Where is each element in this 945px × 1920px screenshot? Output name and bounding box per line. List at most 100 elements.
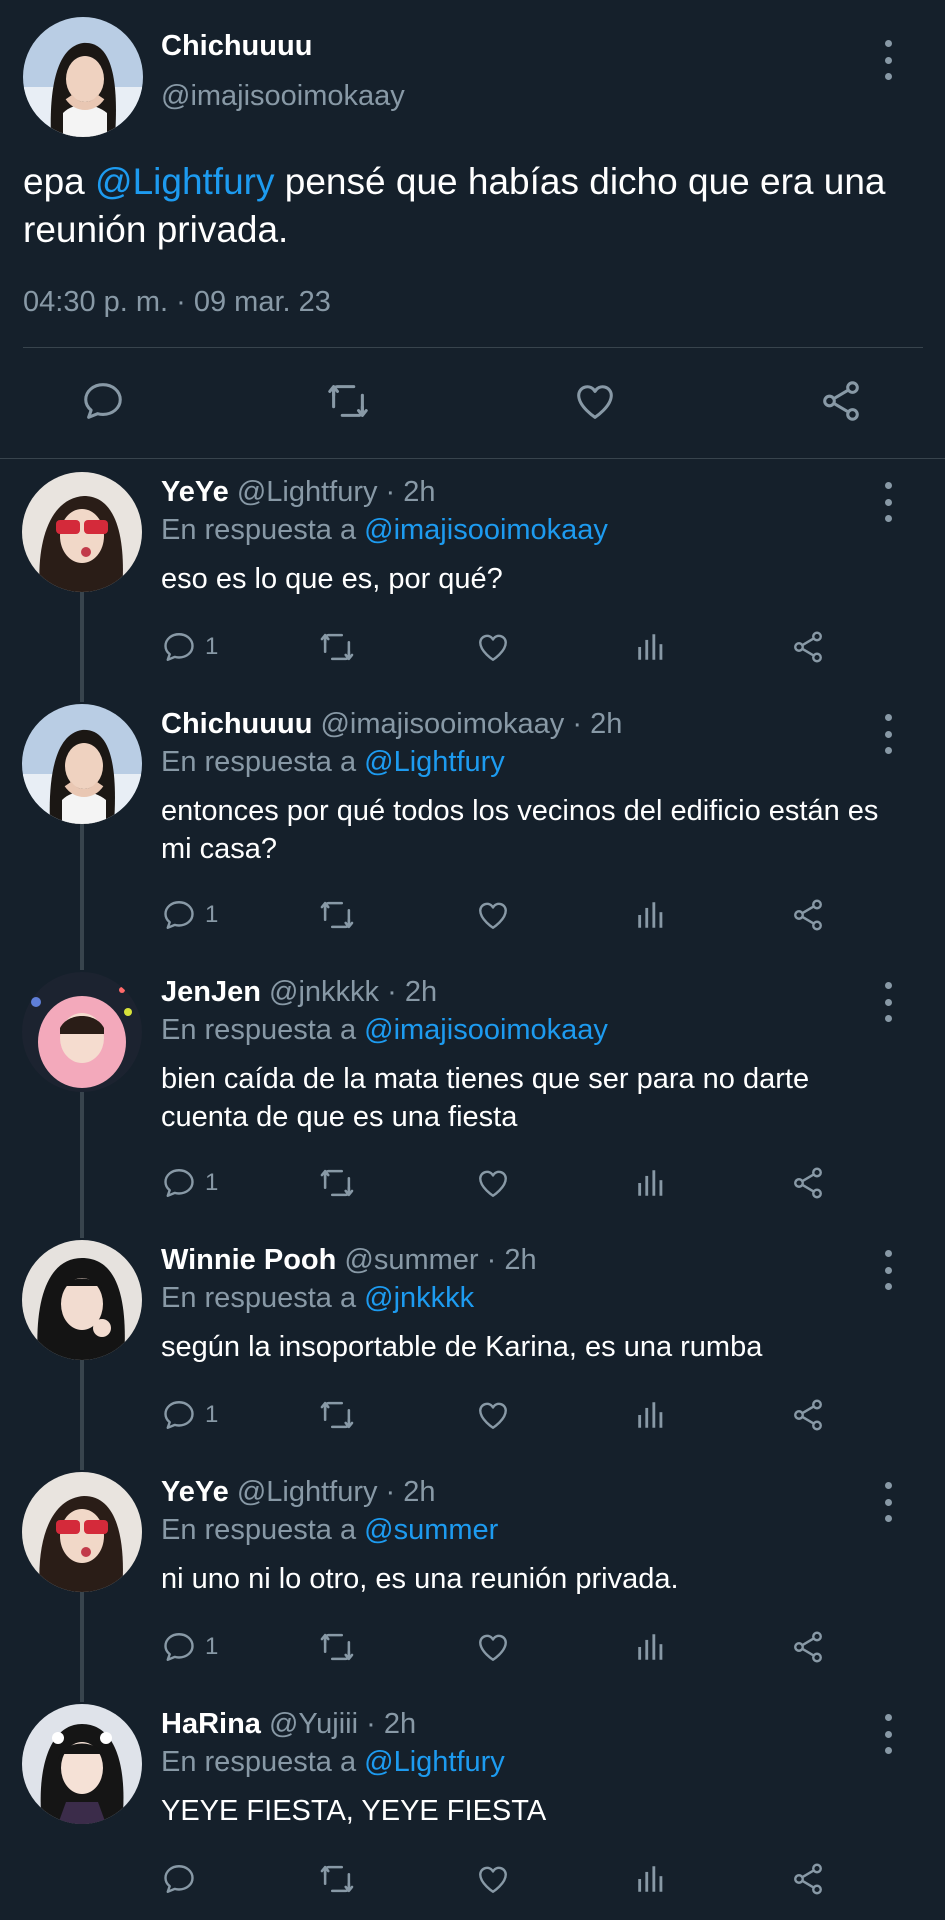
analytics-icon[interactable] [634, 627, 668, 667]
reply-count: 1 [205, 1633, 219, 1660]
reply-button[interactable]: 1 [161, 1395, 218, 1435]
replying-to: En respuesta a @Lightfury [161, 1742, 505, 1782]
reply-icon [161, 1165, 197, 1201]
reply-actions: 1 [0, 1395, 945, 1435]
replying-to-mention[interactable]: @jnkkkk [364, 1282, 474, 1314]
reply-author-handle[interactable]: @Lightfury [237, 476, 378, 508]
like-icon[interactable] [475, 1627, 511, 1667]
retweet-icon[interactable] [318, 627, 356, 667]
reply-button[interactable]: 1 [161, 1627, 218, 1667]
share-icon[interactable] [818, 378, 864, 424]
reply-actions [0, 1859, 945, 1899]
reply-text: bien caída de la mata tienes que ser par… [161, 1063, 810, 1133]
avatar[interactable] [22, 972, 142, 1092]
retweet-icon[interactable] [318, 1163, 356, 1203]
avatar[interactable] [23, 17, 143, 137]
reply-button[interactable]: 1 [161, 1163, 218, 1203]
tweet-text-start: epa [23, 161, 96, 202]
replying-to-mention[interactable]: @Lightfury [364, 1746, 505, 1778]
retweet-icon[interactable] [318, 1627, 356, 1667]
tweet-thread-screen: Chichuuuu @imajisooimokaay epa @Lightfur… [0, 0, 945, 1920]
share-icon[interactable] [790, 1163, 826, 1203]
share-icon[interactable] [790, 895, 826, 935]
replying-to-mention[interactable]: @imajisooimokaay [364, 1014, 608, 1046]
replying-to: En respuesta a @imajisooimokaay [161, 510, 608, 550]
reply-header: HaRina @Yujiii · 2h [161, 1704, 416, 1744]
analytics-icon[interactable] [634, 1163, 668, 1203]
share-icon[interactable] [790, 1627, 826, 1667]
author-handle[interactable]: @imajisooimokaay [161, 80, 405, 113]
reply-tweet[interactable]: YeYe @Lightfury · 2h En respuesta a @ima… [0, 472, 945, 702]
reply-author-name[interactable]: Chichuuuu [161, 708, 312, 740]
avatar[interactable] [22, 472, 142, 592]
avatar[interactable] [22, 704, 142, 824]
author-name[interactable]: Chichuuuu [161, 30, 312, 63]
reply-author-name[interactable]: YeYe [161, 1476, 229, 1508]
reply-author-name[interactable]: JenJen [161, 976, 261, 1008]
analytics-icon[interactable] [634, 895, 668, 935]
share-icon[interactable] [790, 1859, 826, 1899]
reply-tweet[interactable]: YeYe @Lightfury · 2h En respuesta a @sum… [0, 1472, 945, 1702]
reply-author-name[interactable]: YeYe [161, 476, 229, 508]
like-icon[interactable] [475, 1395, 511, 1435]
share-icon[interactable] [790, 627, 826, 667]
more-options-icon[interactable] [878, 714, 898, 754]
more-options-icon[interactable] [878, 982, 898, 1022]
reply-count: 1 [205, 1401, 219, 1428]
reply-icon [161, 1629, 197, 1665]
like-icon[interactable] [475, 627, 511, 667]
reply-icon [161, 897, 197, 933]
analytics-icon[interactable] [634, 1395, 668, 1435]
reply-header: Winnie Pooh @summer · 2h [161, 1240, 537, 1280]
avatar[interactable] [22, 1240, 142, 1360]
reply-tweet[interactable]: Chichuuuu @imajisooimokaay · 2h En respu… [0, 704, 945, 934]
reply-tweet[interactable]: JenJen @jnkkkk · 2h En respuesta a @imaj… [0, 972, 945, 1202]
separator: · [486, 1244, 497, 1276]
more-options-icon[interactable] [878, 1250, 898, 1290]
reply-time: 2h [403, 1476, 436, 1508]
reply-actions: 1 [0, 895, 945, 935]
replying-to-label: En respuesta a [161, 514, 365, 546]
analytics-icon[interactable] [634, 1859, 668, 1899]
reply-author-name[interactable]: HaRina [161, 1708, 261, 1740]
reply-icon[interactable] [80, 378, 126, 424]
main-tweet: Chichuuuu @imajisooimokaay epa @Lightfur… [0, 0, 945, 458]
replying-to-mention[interactable]: @imajisooimokaay [364, 514, 608, 546]
like-icon[interactable] [572, 378, 618, 424]
reply-text: entonces por qué todos los vecinos del e… [161, 795, 879, 865]
avatar[interactable] [22, 1704, 142, 1824]
retweet-icon[interactable] [325, 378, 371, 424]
retweet-icon[interactable] [318, 1395, 356, 1435]
like-icon[interactable] [475, 895, 511, 935]
reply-author-name[interactable]: Winnie Pooh [161, 1244, 336, 1276]
retweet-icon[interactable] [318, 1859, 356, 1899]
analytics-icon[interactable] [634, 1627, 668, 1667]
like-icon[interactable] [475, 1163, 511, 1203]
reply-text: según la insoportable de Karina, es una … [161, 1331, 763, 1363]
replying-to-mention[interactable]: @summer [364, 1514, 498, 1546]
share-icon[interactable] [790, 1395, 826, 1435]
reply-button[interactable]: 1 [161, 627, 218, 667]
reply-author-handle[interactable]: @jnkkkk [269, 976, 379, 1008]
reply-time: 2h [504, 1244, 537, 1276]
reply-author-handle[interactable]: @Yujiii [269, 1708, 358, 1740]
reply-tweet[interactable]: Winnie Pooh @summer · 2h En respuesta a … [0, 1240, 945, 1470]
replying-to-label: En respuesta a [161, 1514, 365, 1546]
reply-author-handle[interactable]: @summer [344, 1244, 478, 1276]
like-icon[interactable] [475, 1859, 511, 1899]
reply-author-handle[interactable]: @imajisooimokaay [320, 708, 564, 740]
avatar[interactable] [22, 1472, 142, 1592]
reply-tweet[interactable]: HaRina @Yujiii · 2h En respuesta a @Ligh… [0, 1704, 945, 1920]
mention-link[interactable]: @Lightfury [95, 161, 274, 202]
separator: · [385, 476, 396, 508]
more-options-icon[interactable] [878, 482, 898, 522]
separator: · [366, 1708, 376, 1740]
more-options-icon[interactable] [878, 40, 898, 80]
more-options-icon[interactable] [878, 1482, 898, 1522]
more-options-icon[interactable] [878, 1714, 898, 1754]
replying-to-mention[interactable]: @Lightfury [364, 746, 505, 778]
reply-button[interactable]: 1 [161, 895, 218, 935]
reply-author-handle[interactable]: @Lightfury [237, 1476, 378, 1508]
retweet-icon[interactable] [318, 895, 356, 935]
reply-button[interactable] [161, 1859, 205, 1899]
